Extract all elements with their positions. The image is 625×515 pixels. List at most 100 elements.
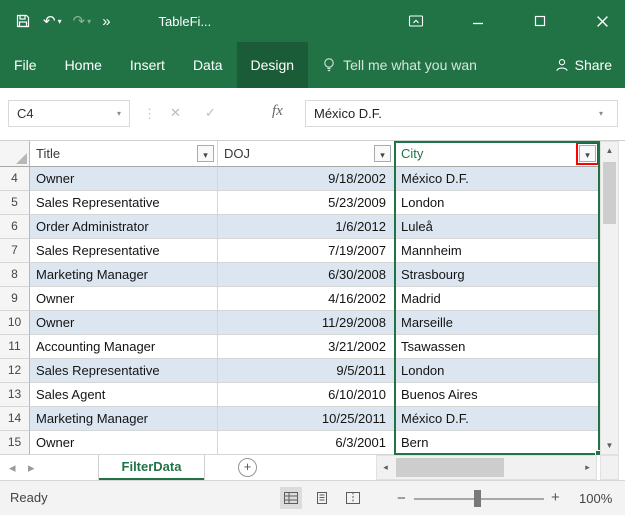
column-header-title[interactable]: Title ▾ [30,141,218,167]
tab-design[interactable]: Design [237,42,309,88]
name-box-dropdown-icon[interactable]: ▾ [109,109,129,118]
cell-doj[interactable]: 9/18/2002 [218,167,395,191]
redo-dropdown-icon[interactable]: ▾ [87,17,91,26]
cell-doj[interactable]: 6/10/2010 [218,383,395,407]
sheet-tab-filterdata[interactable]: FilterData [98,455,205,480]
insert-function-icon[interactable]: fx [272,103,283,120]
cell-title[interactable]: Owner [30,311,218,335]
vertical-scrollbar-thumb[interactable] [603,162,616,224]
column-header-doj[interactable]: DOJ ▾ [218,141,395,167]
new-sheet-button[interactable]: + [238,458,257,477]
horizontal-scrollbar[interactable]: ◂ ▸ [376,455,597,480]
zoom-out-icon[interactable]: − [397,490,406,507]
sheet-nav-right-icon[interactable]: ▸ [28,455,35,480]
scroll-down-icon[interactable]: ▼ [601,437,618,454]
cell-city[interactable]: Madrid [395,287,600,311]
cell-doj[interactable]: 4/16/2002 [218,287,395,311]
row-number[interactable]: 7 [0,239,30,263]
cell-doj[interactable]: 10/25/2011 [218,407,395,431]
undo-button[interactable]: ↶ ▾ [43,14,62,29]
horizontal-scrollbar-thumb[interactable] [396,458,504,477]
row-number[interactable]: 5 [0,191,30,215]
row-number[interactable]: 8 [0,263,30,287]
cell-title[interactable]: Owner [30,431,218,455]
filter-button-city[interactable]: ▾ [579,145,596,162]
scroll-up-icon[interactable]: ▲ [601,142,618,159]
minimize-button[interactable] [469,12,487,30]
cell-doj[interactable]: 6/3/2001 [218,431,395,455]
page-layout-view-button[interactable] [311,487,333,509]
select-all-corner[interactable] [0,141,30,167]
row-number[interactable]: 12 [0,359,30,383]
filter-button-doj[interactable]: ▾ [374,145,391,162]
row-number[interactable]: 4 [0,167,30,191]
cell-doj[interactable]: 5/23/2009 [218,191,395,215]
cell-city[interactable]: Strasbourg [395,263,600,287]
tell-me-box[interactable]: Tell me what you wan [322,57,477,73]
cell-city[interactable]: Marseille [395,311,600,335]
cell-title[interactable]: Sales Representative [30,359,218,383]
vertical-scrollbar[interactable]: ▲ ▼ [600,141,619,455]
share-button[interactable]: Share [555,57,612,73]
cell-city[interactable]: Luleå [395,215,600,239]
sheet-nav-left-icon[interactable]: ◂ [9,455,16,480]
formula-input[interactable]: México D.F. ▾ [305,100,618,127]
row-number[interactable]: 10 [0,311,30,335]
cell-title[interactable]: Owner [30,287,218,311]
cell-title[interactable]: Sales Representative [30,191,218,215]
cell-title[interactable]: Marketing Manager [30,263,218,287]
redo-button[interactable]: ↷ ▾ [73,14,92,29]
row-number[interactable]: 9 [0,287,30,311]
cell-doj[interactable]: 3/21/2002 [218,335,395,359]
tab-home[interactable]: Home [51,42,116,88]
cell-title[interactable]: Marketing Manager [30,407,218,431]
cell-city[interactable]: México D.F. [395,167,600,191]
table-row: 13Sales Agent6/10/2010Buenos Aires [0,383,600,407]
maximize-button[interactable] [531,12,549,30]
confirm-entry-icon[interactable]: ✓ [205,105,216,121]
filter-button-title[interactable]: ▾ [197,145,214,162]
row-number[interactable]: 15 [0,431,30,455]
cell-doj[interactable]: 11/29/2008 [218,311,395,335]
undo-dropdown-icon[interactable]: ▾ [58,17,62,26]
close-button[interactable] [593,12,611,30]
row-number[interactable]: 6 [0,215,30,239]
scroll-right-icon[interactable]: ▸ [579,456,596,479]
cell-city[interactable]: México D.F. [395,407,600,431]
cell-doj[interactable]: 1/6/2012 [218,215,395,239]
tab-file[interactable]: File [0,42,51,88]
qat-more-commands-icon[interactable]: » [102,14,110,29]
scroll-left-icon[interactable]: ◂ [377,456,394,479]
cell-title[interactable]: Owner [30,167,218,191]
row-number[interactable]: 14 [0,407,30,431]
tab-data[interactable]: Data [179,42,237,88]
row-number[interactable]: 13 [0,383,30,407]
name-box[interactable]: C4 ▾ [8,100,130,127]
normal-view-button[interactable] [280,487,302,509]
cell-city[interactable]: Mannheim [395,239,600,263]
cell-city[interactable]: Buenos Aires [395,383,600,407]
row-number[interactable]: 11 [0,335,30,359]
zoom-in-icon[interactable]: + [551,489,560,506]
zoom-slider-thumb[interactable] [474,490,481,507]
cell-title[interactable]: Accounting Manager [30,335,218,359]
cell-city[interactable]: London [395,191,600,215]
cell-title[interactable]: Sales Agent [30,383,218,407]
cell-city[interactable]: Bern [395,431,600,455]
zoom-level[interactable]: 100% [579,491,612,506]
cell-city[interactable]: London [395,359,600,383]
cancel-entry-icon[interactable]: ✕ [170,105,181,121]
formula-bar-expand-icon[interactable]: ▾ [599,109,617,118]
column-header-city[interactable]: City ▾ [395,141,600,167]
cell-title[interactable]: Order Administrator [30,215,218,239]
cell-city[interactable]: Tsawassen [395,335,600,359]
cell-doj[interactable]: 9/5/2011 [218,359,395,383]
cell-doj[interactable]: 6/30/2008 [218,263,395,287]
save-button[interactable] [14,12,32,30]
page-break-preview-button[interactable] [342,487,364,509]
cell-doj[interactable]: 7/19/2007 [218,239,395,263]
ribbon-display-options-button[interactable] [407,12,425,30]
formula-bar-splitter-icon[interactable]: ⋮ [143,106,156,122]
cell-title[interactable]: Sales Representative [30,239,218,263]
tab-insert[interactable]: Insert [116,42,179,88]
